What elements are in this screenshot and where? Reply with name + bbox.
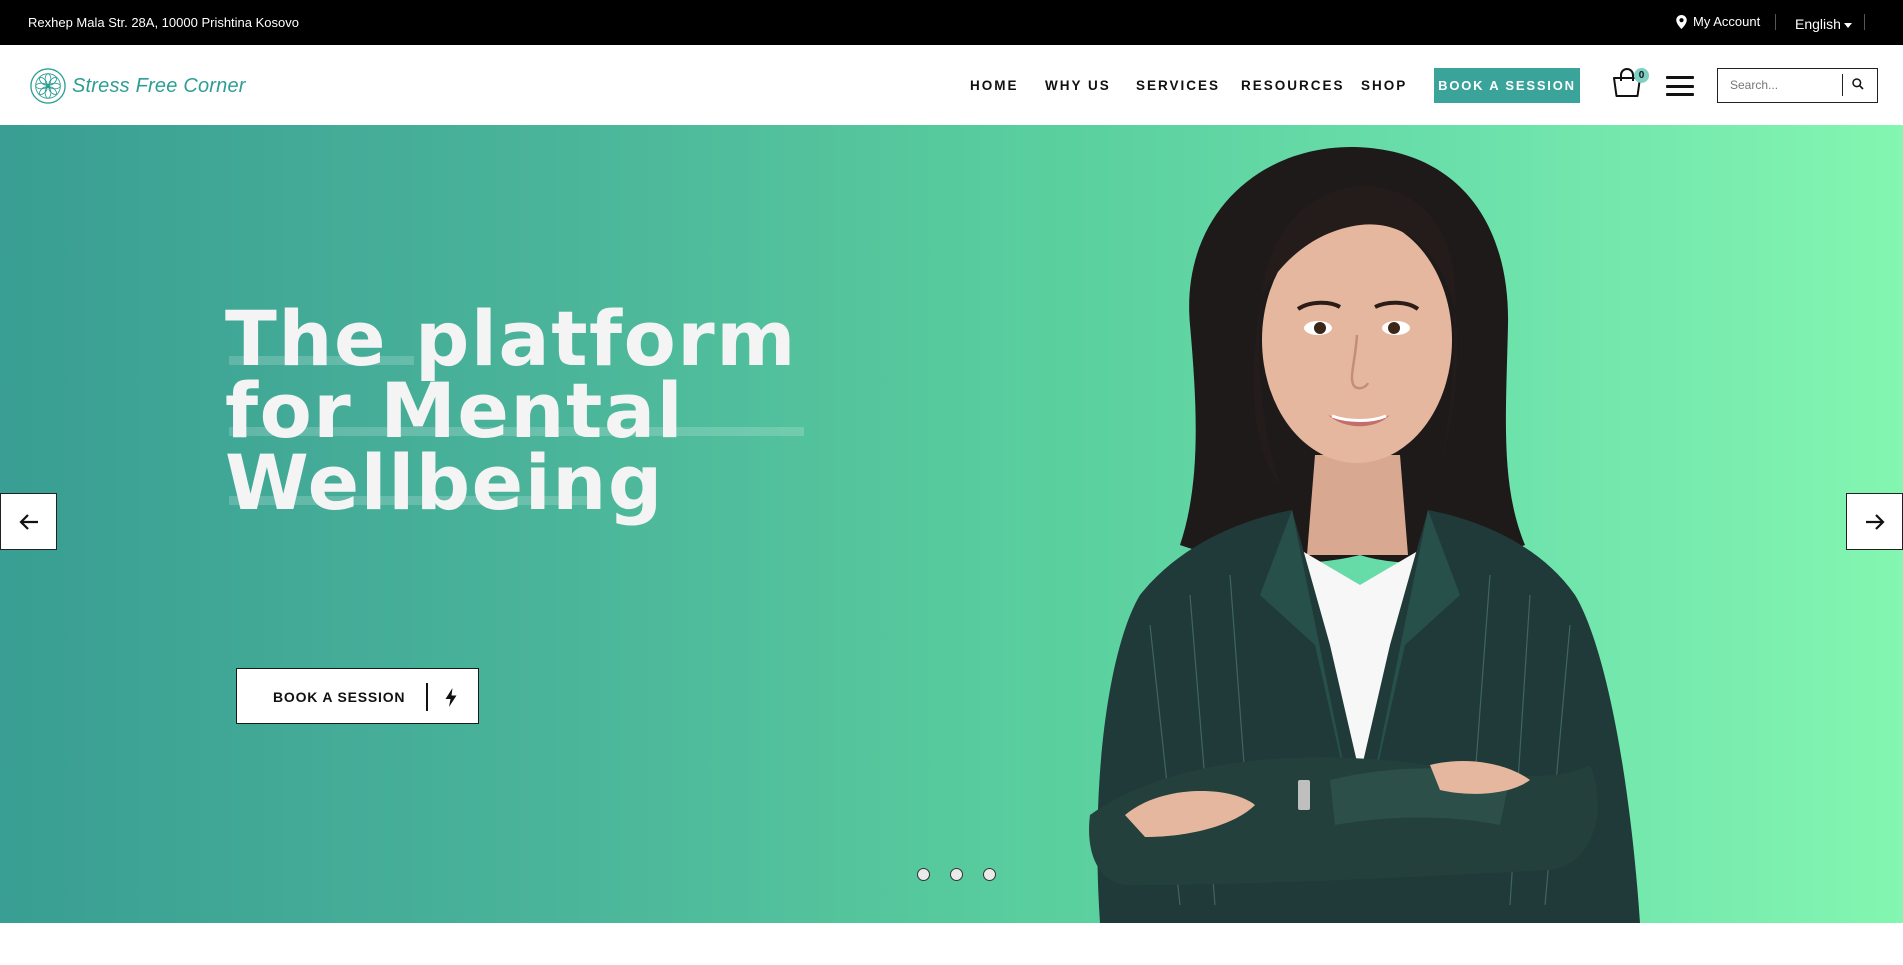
hamburger-icon[interactable] (1666, 76, 1694, 96)
logo-mandala-icon (30, 68, 66, 104)
slider-next-button[interactable] (1846, 493, 1903, 550)
my-account-link[interactable]: My Account (1676, 14, 1760, 29)
hero-book-session-button[interactable]: BOOK A SESSION (236, 668, 479, 724)
divider (1775, 14, 1776, 30)
nav-services[interactable]: SERVICES (1136, 78, 1220, 93)
slider-prev-button[interactable] (0, 493, 57, 550)
nav-shop[interactable]: SHOP (1361, 78, 1407, 93)
logo-text: Stress Free Corner (72, 74, 246, 97)
hero-title: The platform for Mental Wellbeing (225, 301, 797, 521)
hero-title-line: Wellbeing (225, 438, 664, 527)
nav-resources[interactable]: RESOURCES (1241, 78, 1345, 93)
top-bar: Rexhep Mala Str. 28A, 10000 Prishtina Ko… (0, 0, 1903, 45)
language-select[interactable]: English (1795, 16, 1852, 32)
cart-count-badge: 0 (1634, 68, 1649, 83)
arrow-left-icon (18, 513, 38, 530)
slider-dot[interactable] (917, 868, 930, 881)
bolt-icon (445, 688, 457, 707)
slider-dot[interactable] (983, 868, 996, 881)
nav-why-us[interactable]: WHY US (1045, 78, 1111, 93)
search-input[interactable] (1718, 69, 1842, 101)
location-pin-icon (1676, 14, 1687, 29)
main-header: Stress Free Corner HOME WHY US SERVICES … (0, 45, 1903, 125)
hero-slider: The platform for Mental Wellbeing BOOK A… (0, 125, 1903, 923)
cta-label: BOOK A SESSION (273, 689, 406, 705)
slider-dot[interactable] (950, 868, 963, 881)
caret-down-icon (1843, 22, 1852, 28)
address-text: Rexhep Mala Str. 28A, 10000 Prishtina Ko… (28, 15, 299, 30)
cta-divider (426, 683, 428, 711)
language-label: English (1795, 16, 1841, 32)
hero-person-image (1089, 146, 1640, 923)
slider-dots (917, 868, 996, 881)
my-account-label: My Account (1693, 14, 1761, 29)
divider (1864, 14, 1865, 30)
book-session-button[interactable]: BOOK A SESSION (1434, 68, 1580, 103)
search-divider (1842, 74, 1843, 96)
arrow-right-icon (1865, 513, 1885, 530)
search-box (1717, 68, 1878, 103)
cart-button[interactable]: 0 (1611, 67, 1649, 101)
site-logo[interactable]: Stress Free Corner (29, 67, 246, 105)
nav-home[interactable]: HOME (964, 78, 1019, 95)
search-icon[interactable] (1851, 77, 1865, 91)
